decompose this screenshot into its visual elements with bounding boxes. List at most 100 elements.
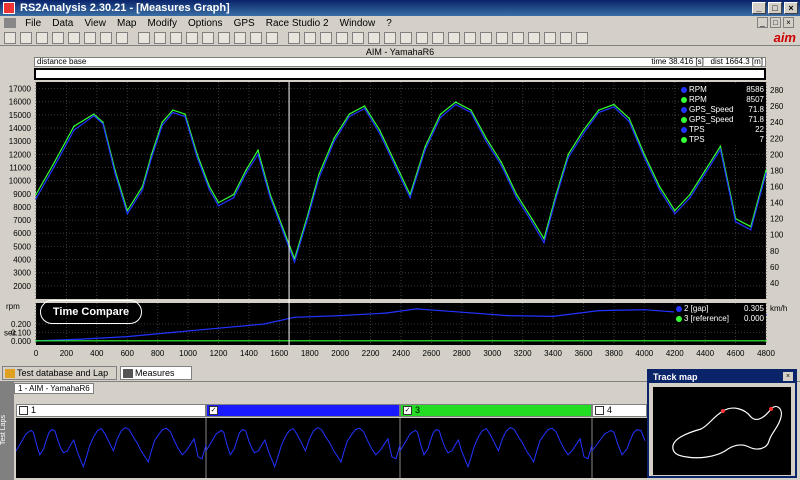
legend-rpm-blue[interactable]: RPM 8586 [679,85,766,95]
toolbar-button-1[interactable] [4,32,16,44]
toolbar-button-23[interactable] [368,32,380,44]
toolbar-button-13[interactable] [202,32,214,44]
toolbar-button-3[interactable] [36,32,48,44]
speed-point [689,196,691,199]
toolbar-button-33[interactable] [528,32,540,44]
toolbar-button-20[interactable] [320,32,332,44]
lap-1[interactable]: 1 [16,404,206,417]
toolbar-button-25[interactable] [400,32,412,44]
toolbar-button-31[interactable] [496,32,508,44]
speed-point [439,116,442,119]
speed-point [161,124,164,127]
toolbar-button-35[interactable] [560,32,572,44]
toolbar-button-2[interactable] [20,32,32,44]
speed-point [92,113,95,115]
toolbar-button-17[interactable] [266,32,278,44]
toolbar-button-21[interactable] [336,32,348,44]
lap-checkbox[interactable]: ✓ [403,406,412,415]
menu-view[interactable]: View [80,17,110,31]
toolbar-button-4[interactable] [52,32,64,44]
toolbar-button-30[interactable] [480,32,492,44]
toolbar-button-14[interactable] [218,32,230,44]
lap-4[interactable]: 4 [592,404,647,417]
x-tick-label: 2200 [362,349,380,358]
toolbar-button-29[interactable] [464,32,476,44]
minimize-button[interactable]: _ [752,2,766,14]
session-subtab[interactable]: 1 - AIM - YamahaR6 [14,383,94,394]
toolbar-button-22[interactable] [352,32,364,44]
legend-gap[interactable]: 2 [gap] 0.305 [674,304,766,314]
toolbar-button-6[interactable] [84,32,96,44]
legend-reference[interactable]: 3 [reference] 0.000 [674,314,766,324]
mdi-close-button[interactable]: × [783,17,794,28]
lap-checkbox[interactable] [595,406,604,415]
speed-point [613,103,615,106]
toolbar-button-16[interactable] [250,32,262,44]
toolbar-button-12[interactable] [186,32,198,44]
mdi-minimize-button[interactable]: _ [757,17,768,28]
lap-2[interactable]: ✓ [206,404,400,417]
close-button[interactable]: × [784,2,798,14]
rpm-tick-label: 2000 [13,282,31,291]
lap-checkbox[interactable] [19,406,28,415]
rpm-unit-label: rpm [6,302,20,311]
overview-scroll-bar[interactable] [34,68,766,80]
maximize-button[interactable]: □ [768,2,782,14]
menu-file[interactable]: File [21,17,45,31]
legend-tps-green[interactable]: TPS 7 [679,135,766,145]
mdi-document-icon[interactable] [4,18,16,29]
menu-data[interactable]: Data [48,17,77,31]
tab-measures-graph[interactable]: Measures Graph [120,366,192,391]
toolbar-button-7[interactable] [100,32,112,44]
toolbar-button-24[interactable] [384,32,396,44]
menu-map[interactable]: Map [113,17,140,31]
toolbar-button-5[interactable] [68,32,80,44]
rpm-tick-label: 7000 [13,216,31,225]
speed-point [305,221,308,223]
toolbar-button-8[interactable] [116,32,128,44]
speed-point [673,209,676,212]
distance-base-bar: distance base time 38.416 [s] dist 1664.… [34,57,766,67]
toolbar-button-9[interactable] [138,32,150,44]
toolbar-button-15[interactable] [234,32,246,44]
toolbar-button-18[interactable] [288,32,300,44]
toolbar-button-34[interactable] [544,32,556,44]
speed-point [582,132,585,135]
legend-speed-blue[interactable]: GPS_Speed 71.8 [679,105,766,115]
menu-options[interactable]: Options [184,17,226,31]
toolbar-button-32[interactable] [512,32,524,44]
speed-point [217,201,220,204]
toolbar-button-36[interactable] [576,32,588,44]
toolbar-button-27[interactable] [432,32,444,44]
lap-3[interactable]: ✓ 3 [400,404,592,417]
legend-top: RPM 8586 RPM 8507 GPS_Speed 71.8 GPS_Speed 7… [679,85,766,145]
speed-point [454,103,457,106]
track-map[interactable] [653,387,791,475]
toolbar-button-28[interactable] [448,32,460,44]
x-tick-label: 1600 [270,349,288,358]
menu-modify[interactable]: Modify [144,17,181,31]
menu-race-studio[interactable]: Race Studio 2 [262,17,333,31]
tab-test-database[interactable]: Test database and Lap manager [2,366,117,391]
lap-checkbox[interactable]: ✓ [209,406,218,415]
toolbar-button-19[interactable] [304,32,316,44]
legend-tps-blue[interactable]: TPS 22 [679,125,766,135]
x-tick-label: 3000 [483,349,501,358]
menu-help[interactable]: ? [382,17,396,31]
legend-speed-green[interactable]: GPS_Speed 71.8 [679,115,766,125]
speed-point [318,173,320,176]
toolbar-button-10[interactable] [154,32,166,44]
speed-point [394,161,396,164]
speed-point [765,169,767,172]
legend-rpm-green[interactable]: RPM 8507 [679,95,766,105]
mdi-restore-button[interactable]: □ [770,17,781,28]
speed-point [141,188,144,191]
toolbar-button-11[interactable] [170,32,182,44]
menu-window[interactable]: Window [336,17,380,31]
window-title: RS2Analysis 2.30.21 - [Measures Graph] [20,2,230,14]
menu-gps[interactable]: GPS [230,17,259,31]
toolbar-button-26[interactable] [416,32,428,44]
lap-overview-graph[interactable] [16,418,647,478]
rpm-tick-label: 3000 [13,269,31,278]
track-map-close-button[interactable]: × [783,372,793,381]
